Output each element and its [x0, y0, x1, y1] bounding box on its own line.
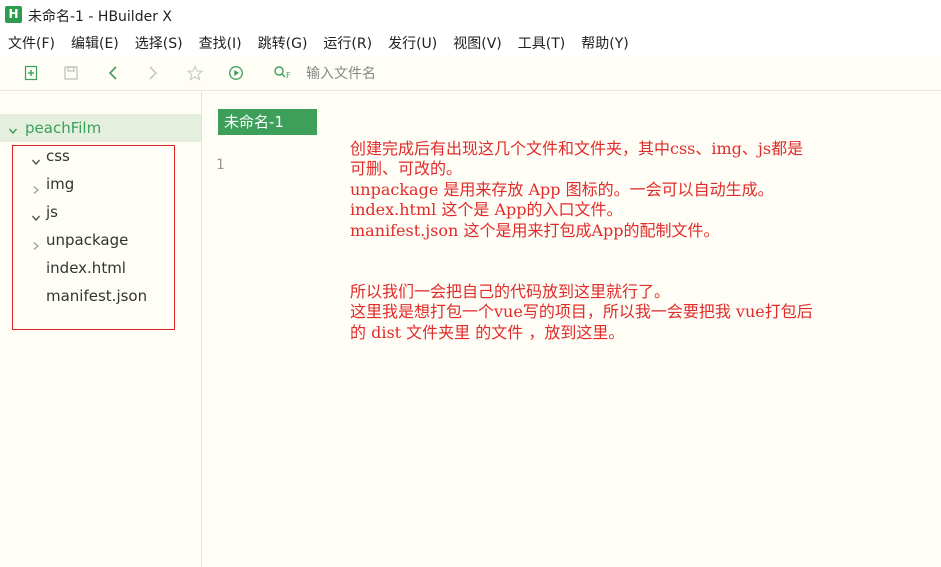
tree-item-css[interactable]: css: [0, 143, 200, 171]
annotation-line: 创建完成后有出现这几个文件和文件夹，其中css、img、js都是: [350, 139, 804, 158]
new-file-icon[interactable]: [21, 63, 41, 83]
toolbar: F: [0, 56, 941, 91]
annotation-line: 的 dist 文件夹里 的文件 ，放到这里。: [350, 322, 625, 342]
forward-icon[interactable]: [143, 63, 163, 83]
tree-item-label: index.html: [46, 259, 126, 277]
project-name: peachFilm: [25, 119, 102, 137]
save-icon[interactable]: [61, 63, 81, 83]
editor-tab[interactable]: 未命名-1: [218, 109, 317, 135]
annotation-line: index.html 这个是 App的入口文件。: [350, 200, 623, 220]
project-root-item[interactable]: peachFilm: [0, 114, 201, 142]
menu-help[interactable]: 帮助(Y): [573, 33, 636, 53]
star-icon[interactable]: [185, 63, 205, 83]
annotation-line: 可删、可改的。: [350, 159, 463, 179]
menu-bar: 文件(F) 编辑(E) 选择(S) 查找(I) 跳转(G) 运行(R) 发行(U…: [0, 30, 941, 56]
annotation-gap: [350, 241, 936, 282]
chevron-right-icon[interactable]: [31, 180, 41, 199]
menu-view[interactable]: 视图(V): [445, 33, 510, 53]
tree-item-unpackage[interactable]: unpackage: [0, 227, 200, 255]
back-icon[interactable]: [103, 63, 123, 83]
tree-item-img[interactable]: img: [0, 171, 200, 199]
menu-publish[interactable]: 发行(U): [380, 33, 445, 53]
menu-select[interactable]: 选择(S): [127, 33, 191, 53]
search-file-icon: F: [272, 63, 296, 83]
annotation-line: unpackage 是用来存放 App 图标的。一会可以自动生成。: [350, 179, 774, 199]
chevron-down-icon[interactable]: [31, 208, 41, 227]
menu-file[interactable]: 文件(F): [0, 33, 63, 53]
annotation-line: 所以我们一会把自己的代码放到这里就行了。: [350, 281, 671, 301]
annotation-line: manifest.json 这个是用来打包成App的配制文件。: [350, 220, 720, 240]
search-file-input[interactable]: [304, 62, 608, 86]
menu-find[interactable]: 查找(I): [191, 33, 250, 53]
annotation-line: 这里我是想打包一个vue写的项目，所以我一会要把我 vue打包后: [350, 302, 813, 322]
title-bar: H 未命名-1 - HBuilder X: [0, 0, 941, 30]
tree-item-label: js: [46, 203, 58, 221]
tree-item-label: manifest.json: [46, 287, 148, 305]
tree-item-label: img: [46, 175, 75, 193]
chevron-right-icon[interactable]: [31, 236, 41, 255]
editor-area[interactable]: 未命名-1 1 创建完成后有出现这几个文件和文件夹，其中css、img、js都是…: [202, 92, 941, 567]
annotation-text: 创建完成后有出现这几个文件和文件夹，其中css、img、js都是 可删、可改的。…: [350, 139, 936, 343]
window-title: 未命名-1 - HBuilder X: [28, 9, 172, 25]
tree-item-js[interactable]: js: [0, 199, 200, 227]
run-icon[interactable]: [226, 63, 246, 83]
tree-item-label: css: [46, 147, 70, 165]
menu-tools[interactable]: 工具(T): [510, 33, 573, 53]
hbuilder-logo-icon: H: [5, 6, 22, 23]
chevron-down-icon[interactable]: [31, 152, 41, 171]
chevron-down-icon[interactable]: [8, 121, 18, 140]
menu-run[interactable]: 运行(R): [315, 33, 380, 53]
tree-item-label: unpackage: [46, 231, 129, 249]
menu-edit[interactable]: 编辑(E): [63, 33, 127, 53]
svg-text:F: F: [286, 71, 291, 80]
tree-item-manifest-json[interactable]: manifest.json: [0, 283, 200, 311]
project-explorer: peachFilm css img js unpackage index.htm…: [0, 92, 202, 567]
menu-goto[interactable]: 跳转(G): [250, 33, 316, 53]
line-number: 1: [216, 157, 225, 173]
tree-item-index-html[interactable]: index.html: [0, 255, 200, 283]
